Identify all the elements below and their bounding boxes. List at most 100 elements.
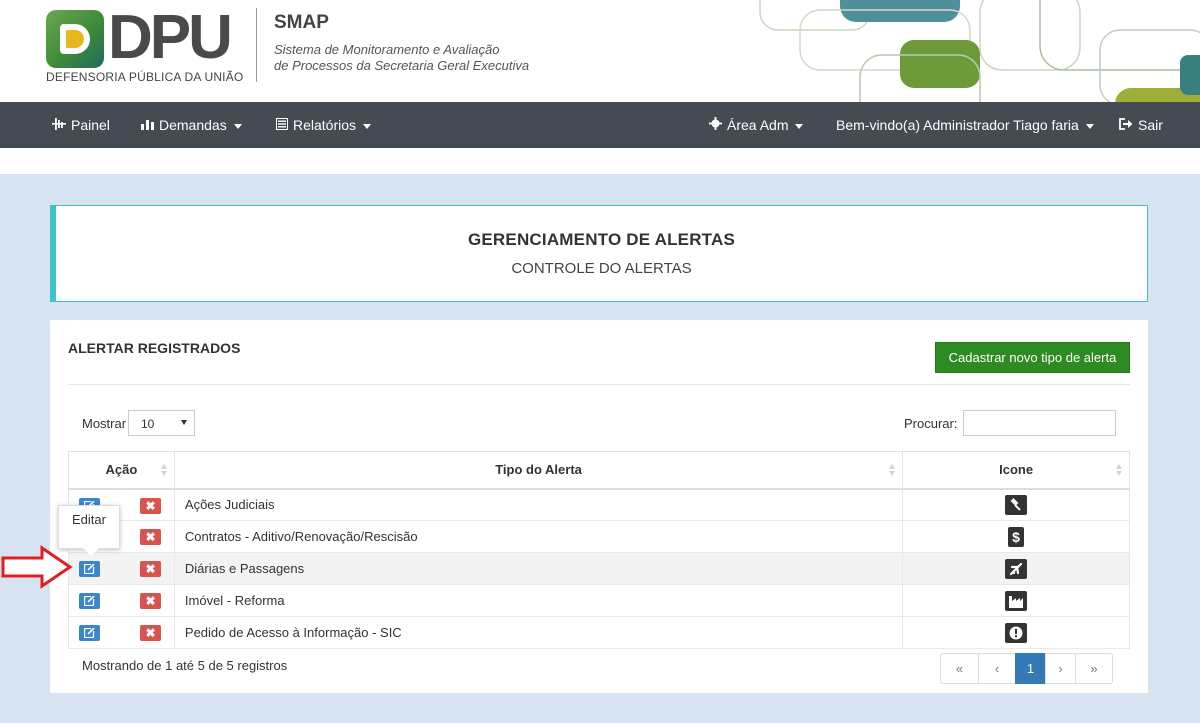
action-cell: ✖ [68,552,175,585]
pagination: « ‹ 1 › » [940,653,1113,684]
gavel-icon [1005,494,1028,515]
nav-relatorios-label: Relatórios [293,117,357,133]
alert-type-cell: Pedido de Acesso à Informação - SIC [173,616,904,649]
app-name: SMAP [274,12,329,33]
logo-letters: DPU [108,3,233,72]
chevron-down-icon [363,123,372,129]
delete-button[interactable]: ✖ [140,561,161,577]
alerts-table: Ação Tipo do Alerta Icone ✖ Ações Judici… [68,451,1130,649]
plane-icon [1005,558,1028,579]
table-row: ✖ Pedido de Acesso à Informação - SIC [68,616,1130,649]
page-prev-button[interactable]: ‹ [978,653,1016,684]
sort-icon [1116,464,1123,477]
chevron-down-icon [1085,123,1094,129]
edit-icon [84,564,95,574]
dpu-logo[interactable]: DPU DEFENSORIA PÚBLICA DA UNIÃO [46,3,246,88]
edit-icon [84,596,95,606]
tooltip-text: Editar [72,512,106,527]
exclamation-circle-icon [1005,622,1028,643]
industry-icon [1005,590,1028,611]
column-header-icone[interactable]: Icone [902,451,1130,490]
length-select-value: 10 [141,417,155,431]
edit-button[interactable] [79,593,100,609]
table-icon [276,103,288,149]
app-description: Sistema de Monitoramento e Avaliação de … [274,42,529,74]
gear-icon [709,103,722,149]
length-label: Mostrar [82,416,127,431]
icon-cell [902,584,1130,617]
header-divider [256,8,257,82]
table-row: ✖ Contratos - Aditivo/Renovação/Rescisão… [68,520,1130,553]
app-desc-line1: Sistema de Monitoramento e Avaliação [274,42,500,57]
action-cell: ✖ [68,616,175,649]
length-select[interactable]: 10 [128,410,195,436]
search-label: Procurar: [904,416,958,431]
header-decoration [759,0,1200,102]
delete-button[interactable]: ✖ [140,593,161,609]
logo-subtitle: DEFENSORIA PÚBLICA DA UNIÃO [46,70,244,84]
delete-button[interactable]: ✖ [140,497,161,514]
table-row: ✖ Ações Judiciais [68,488,1130,521]
page-last-button[interactable]: » [1075,653,1113,684]
bar-chart-icon [141,103,154,149]
page-title: GERENCIAMENTO DE ALERTAS [467,230,736,249]
page-title-panel: GERENCIAMENTO DE ALERTAS CONTROLE DO ALE… [50,205,1148,302]
add-alert-type-button[interactable]: Cadastrar novo tipo de alerta [935,342,1130,373]
annotation-arrow-icon [1,545,73,589]
sort-icon [889,464,896,477]
icon-cell [902,552,1130,585]
edit-button[interactable] [79,561,100,577]
icon-cell: $ [902,520,1130,553]
alert-type-cell: Contratos - Aditivo/Renovação/Rescisão [173,520,904,553]
nav-demandas-label: Demandas [159,117,227,133]
chevron-down-icon [181,420,187,425]
action-cell: ✖ [68,584,175,617]
column-header-label: Icone [999,462,1034,478]
top-navbar: Painel Demandas Relatórios Área Adm Bem-… [0,102,1200,148]
alerts-panel: ALERTAR REGISTRADOS Cadastrar novo tipo … [50,320,1148,693]
alert-type-cell: Ações Judiciais [173,488,904,521]
dollar-icon: $ [1008,526,1025,547]
nav-sair[interactable]: Sair [1119,102,1163,148]
column-header-acao[interactable]: Ação [68,451,175,490]
page-next-button[interactable]: › [1045,653,1076,684]
sign-out-icon [1119,103,1133,149]
nav-area-adm[interactable]: Área Adm [709,102,804,149]
edit-icon [84,628,95,638]
page-1-button[interactable]: 1 [1015,653,1046,684]
column-header-label: Tipo do Alerta [495,462,582,478]
table-info: Mostrando de 1 até 5 de 5 registros [82,658,288,673]
chevron-down-icon [795,123,804,129]
nav-area-adm-label: Área Adm [727,117,789,133]
nav-painel[interactable]: Painel [52,102,110,148]
content-top-strip [0,148,1200,174]
dpu-logo-mark [46,10,104,68]
nav-user-menu[interactable]: Bem-vindo(a) Administrador Tiago faria [836,102,1094,148]
app-desc-line2: de Processos da Secretaria Geral Executi… [274,58,530,73]
dashboard-icon [52,103,66,149]
search-input[interactable] [963,410,1116,436]
delete-button[interactable]: ✖ [140,529,161,545]
column-header-tipo[interactable]: Tipo do Alerta [173,451,904,490]
edit-tooltip: Editar [58,505,120,556]
edit-button[interactable] [79,625,100,641]
nav-relatorios[interactable]: Relatórios [276,102,372,149]
nav-user-label: Bem-vindo(a) Administrador Tiago faria [836,117,1079,133]
table-row: ✖ Imóvel - Reforma [68,584,1130,617]
table-row: ✖ Diárias e Passagens [68,552,1130,585]
alert-type-cell: Imóvel - Reforma [173,584,904,617]
page-first-button[interactable]: « [940,653,979,684]
nav-sair-label: Sair [1138,117,1163,133]
delete-button[interactable]: ✖ [140,625,161,641]
icon-cell [902,488,1130,521]
table-header-row: Ação Tipo do Alerta Icone [68,451,1130,490]
nav-demandas[interactable]: Demandas [141,102,242,148]
chevron-down-icon [233,123,242,129]
icon-cell [902,616,1130,649]
column-header-label: Ação [105,462,138,478]
nav-painel-label: Painel [71,117,110,133]
header: DPU DEFENSORIA PÚBLICA DA UNIÃO SMAP Sis… [0,0,1200,102]
page-subtitle: CONTROLE DO ALERTAS [511,260,692,277]
panel-title: ALERTAR REGISTRADOS [68,340,241,356]
svg-text:$: $ [1012,529,1020,545]
